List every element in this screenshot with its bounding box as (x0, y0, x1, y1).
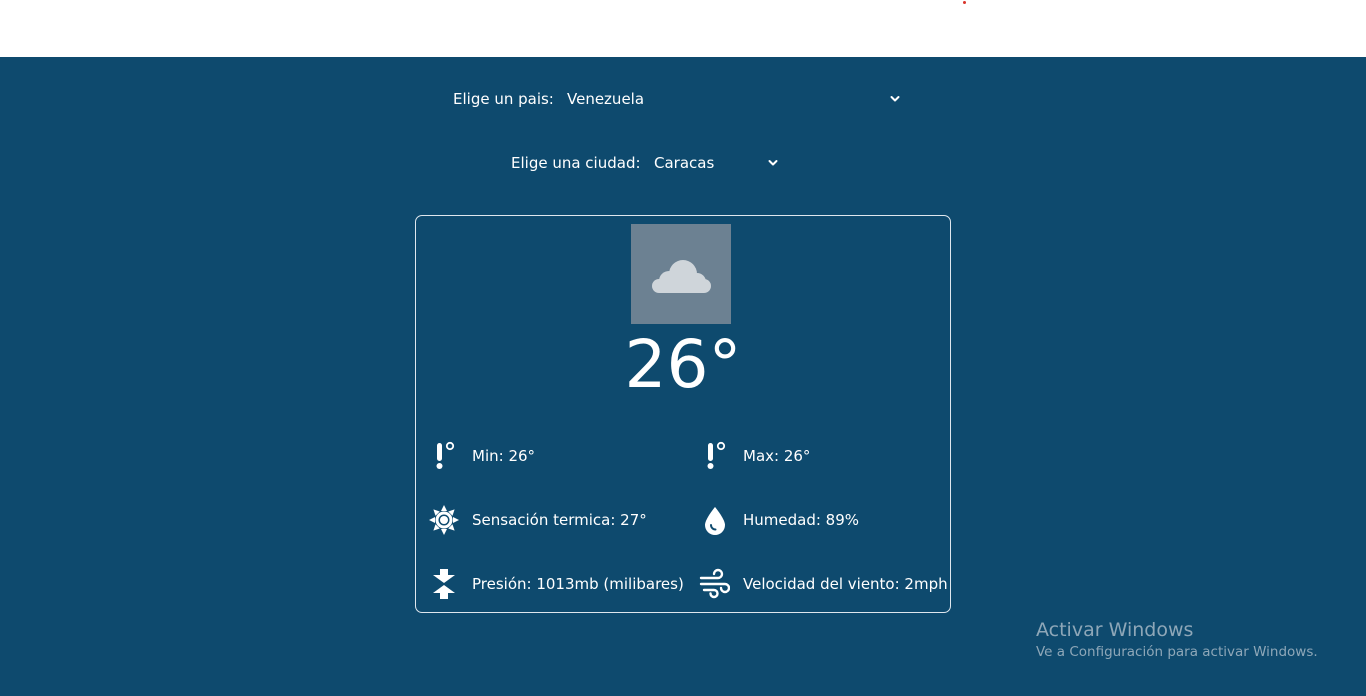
stat-wind: Velocidad del viento: 2mph (743, 575, 948, 593)
thermometer-icon (436, 441, 455, 469)
windows-watermark-subtitle: Ve a Configuración para activar Windows. (1036, 644, 1318, 660)
chevron-down-icon[interactable] (768, 158, 778, 168)
weather-icon-box (631, 224, 731, 324)
country-select-value[interactable]: Venezuela (567, 90, 644, 108)
city-select-value[interactable]: Caracas (654, 154, 714, 172)
chevron-down-icon[interactable] (890, 94, 900, 104)
sun-icon (429, 505, 459, 535)
current-temperature: 26° (624, 326, 742, 403)
stat-min: Min: 26° (472, 447, 536, 465)
water-drop-icon (705, 507, 725, 535)
thermometer-icon (707, 441, 726, 469)
stat-pressure: Presión: 1013mb (milibares) (472, 575, 684, 593)
windows-watermark-title: Activar Windows (1036, 619, 1194, 641)
stat-humidity: Humedad: 89% (743, 511, 860, 529)
cloud-icon (652, 260, 711, 293)
weather-page: Elige un pais: Venezuela Elige una ciuda… (0, 57, 1366, 696)
stat-feels-like: Sensación termica: 27° (472, 511, 647, 529)
top-dot (963, 1, 966, 4)
city-label: Elige una ciudad: (511, 154, 641, 172)
pressure-icon (433, 569, 455, 599)
stat-max: Max: 26° (743, 447, 811, 465)
wind-icon (699, 568, 730, 599)
top-bar (0, 0, 1366, 57)
weather-card: 26° Min: 26° Max: 26° Sensación termica:… (415, 215, 951, 613)
country-label: Elige un pais: (453, 90, 554, 108)
